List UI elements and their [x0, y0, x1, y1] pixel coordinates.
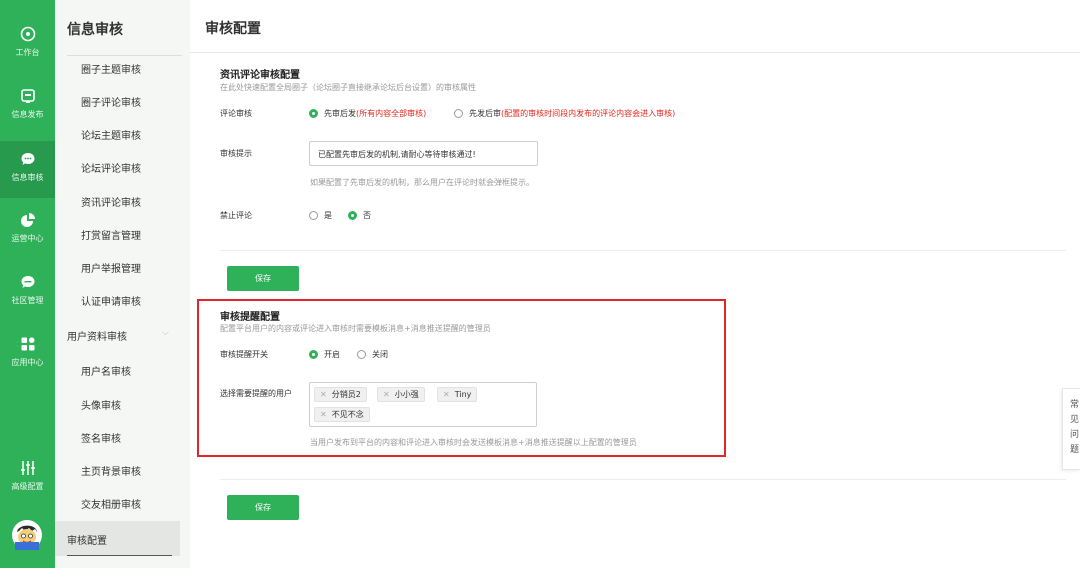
field-label-tip: 审核提示: [220, 149, 252, 158]
user-tag[interactable]: ✕ 分销员2: [314, 387, 367, 402]
radio-label: 关闭: [372, 350, 388, 359]
radio-unchecked-icon: [309, 211, 318, 220]
remove-tag-icon[interactable]: ✕: [383, 390, 390, 399]
avatar-image: [12, 520, 42, 550]
radio-forbid-no[interactable]: 否: [348, 210, 371, 221]
save-button-comment[interactable]: 保存: [227, 266, 299, 291]
section-title-comment: 资讯评论审核配置: [220, 70, 300, 81]
user-tag-label: 小小强: [394, 390, 419, 399]
radio-label: 先发后审: [469, 109, 501, 118]
user-tag[interactable]: ✕ Tiny: [437, 387, 478, 402]
user-tag-label: 不见不念: [331, 410, 364, 419]
radio-forbid-yes[interactable]: 是: [309, 210, 332, 221]
radio-note: (所有内容全部审核): [356, 109, 427, 118]
field-label-switch: 审核提醒开关: [220, 350, 268, 359]
header-divider: [190, 52, 1080, 53]
rail-item-review[interactable]: 信息审核: [0, 141, 55, 198]
chat-bubble-icon: [21, 153, 34, 165]
radio-label: 先审后发: [324, 109, 356, 118]
radio-label: 否: [363, 211, 371, 220]
menu-item[interactable]: 认证申请审核: [81, 293, 141, 308]
radio-reminder-on[interactable]: 开启: [309, 349, 340, 360]
field-label-review: 评论审核: [220, 109, 252, 118]
radio-checked-icon: [348, 211, 357, 220]
secondary-menu: [55, 0, 190, 568]
section-desc-reminder: 配置平台用户的内容或评论进入审核时需要模板消息+消息推送提醒的管理员: [220, 324, 491, 333]
user-tag-label: 分销员2: [331, 390, 361, 399]
section-divider: [220, 250, 1066, 251]
sliders-icon: [20, 461, 35, 475]
radio-note: (配置的审核时间段内发布的评论内容会进入审核): [501, 109, 676, 118]
save-button-reminder[interactable]: 保存: [227, 495, 299, 520]
review-tip-hint: 如果配置了先审后发的机制，那么用户在评论时就会弹框提示。: [310, 178, 534, 187]
community-icon: [21, 276, 34, 288]
user-tag[interactable]: ✕ 小小强: [377, 387, 425, 402]
rail-item-label: 运营中心: [11, 234, 44, 243]
section-desc-comment: 在此处快速配置全局圈子（论坛圈子直接继承论坛后台设置）的审核属性: [220, 83, 476, 92]
radio-checked-icon: [309, 350, 318, 359]
menu-item-active-label: 审核配置: [67, 536, 107, 547]
rail-item-label: 高级配置: [11, 482, 44, 491]
rail-item-operations[interactable]: 运营中心: [0, 212, 55, 244]
menu-item[interactable]: 论坛评论审核: [81, 160, 141, 175]
radio-publish-first[interactable]: 先发后审 (配置的审核时间段内发布的评论内容会进入审核): [454, 108, 675, 119]
radio-reminder-off[interactable]: 关闭: [357, 349, 388, 360]
menu-title: 信息审核: [67, 22, 123, 38]
menu-item[interactable]: 打赏留言管理: [81, 227, 141, 242]
user-tag[interactable]: ✕ 不见不念: [314, 407, 370, 422]
publish-icon: [20, 89, 35, 103]
remove-tag-icon[interactable]: ✕: [320, 410, 327, 419]
menu-item[interactable]: 圈子主题审核: [81, 61, 141, 76]
compass-icon: [20, 26, 35, 42]
user-tag-label: Tiny: [454, 390, 472, 399]
remove-tag-icon[interactable]: ✕: [443, 390, 450, 399]
app: 工作台 信息发布 信息审核 运营中心 社区管理 应用中心 高级配置 信息审核 圈…: [0, 0, 1080, 568]
rail-item-advanced[interactable]: 高级配置: [0, 460, 55, 492]
rail-item-workbench[interactable]: 工作台: [0, 26, 55, 58]
menu-item[interactable]: 用户名审核: [81, 363, 131, 378]
radio-label: 是: [324, 211, 332, 220]
review-tip-input[interactable]: 已配置先审后发的机制,请耐心等待审核通过!: [309, 141, 538, 166]
radio-unchecked-icon: [357, 350, 366, 359]
menu-item[interactable]: 主页背景审核: [81, 463, 141, 478]
radio-review-first[interactable]: 先审后发 (所有内容全部审核): [309, 108, 426, 119]
pie-chart-icon: [20, 213, 35, 227]
radio-unchecked-icon: [454, 109, 463, 118]
menu-group-user-profile[interactable]: 用户资料审核 ⌵: [67, 328, 177, 343]
remove-tag-icon[interactable]: ✕: [320, 390, 327, 399]
apps-grid-icon: [21, 337, 34, 351]
rail-item-label: 信息审核: [11, 173, 44, 182]
menu-item[interactable]: 资讯评论审核: [81, 194, 141, 209]
rail-item-label: 信息发布: [11, 110, 44, 119]
rail-item-label: 社区管理: [11, 296, 44, 305]
rail-item-publish[interactable]: 信息发布: [0, 88, 55, 120]
user-select-hint: 当用户发布到平台的内容和评论进入审核时会发送模板消息+消息推送提醒以上配置的管理…: [310, 438, 637, 447]
menu-item[interactable]: 签名审核: [81, 430, 121, 445]
rail-item-label: 工作台: [15, 48, 40, 57]
section-title-reminder: 审核提醒配置: [220, 312, 280, 323]
field-label-forbid: 禁止评论: [220, 211, 252, 220]
menu-item[interactable]: 交友相册审核: [81, 496, 141, 511]
menu-item[interactable]: 圈子评论审核: [81, 94, 141, 109]
menu-item[interactable]: 用户举报管理: [81, 260, 141, 275]
rail-item-community[interactable]: 社区管理: [0, 274, 55, 306]
field-label-users: 选择需要提醒的用户: [220, 389, 292, 398]
main-nav-rail: 工作台 信息发布 信息审核 运营中心 社区管理 应用中心 高级配置: [0, 0, 55, 568]
rail-item-label: 应用中心: [11, 358, 44, 367]
rail-item-apps[interactable]: 应用中心: [0, 336, 55, 368]
radio-checked-icon: [309, 109, 318, 118]
user-select-input[interactable]: ✕ 分销员2 ✕ 小小强 ✕ Tiny ✕ 不见不念: [309, 382, 537, 427]
menu-divider: [67, 55, 182, 56]
radio-label: 开启: [324, 350, 340, 359]
menu-item[interactable]: 论坛主题审核: [81, 127, 141, 142]
menu-item-active[interactable]: 审核配置: [55, 521, 180, 556]
page-title: 审核配置: [205, 21, 261, 37]
menu-item[interactable]: 头像审核: [81, 397, 121, 412]
menu-active-indicator: [67, 555, 172, 556]
section-divider: [220, 479, 1066, 480]
avatar[interactable]: [12, 520, 42, 550]
menu-group-label: 用户资料审核: [67, 332, 127, 343]
chevron-down-icon: ⌵: [162, 328, 169, 338]
faq-float-tab[interactable]: 常见问题: [1062, 388, 1080, 470]
